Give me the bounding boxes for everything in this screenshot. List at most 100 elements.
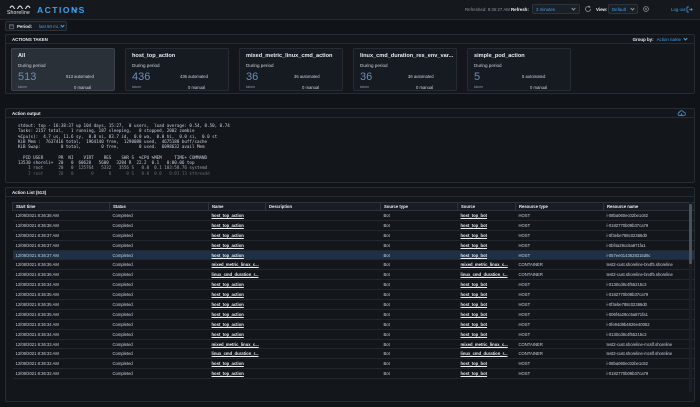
cell-status: Completed xyxy=(109,210,209,221)
cell-source[interactable]: host_top_bot xyxy=(457,230,516,241)
action-card-host-top-action[interactable]: host_top_action During period 436 taken … xyxy=(125,48,229,91)
cell-resource-name: i-0f3ebe788c02368d0 xyxy=(603,230,694,241)
chevron-down-icon[interactable] xyxy=(683,36,688,41)
cell-source-type: Bot xyxy=(380,339,458,350)
cell-name[interactable]: host_top_action xyxy=(208,368,266,380)
cell-name[interactable]: host_top_action xyxy=(208,220,266,231)
cell-name[interactable]: mixed_metric_linux_c... xyxy=(208,259,266,271)
table-row[interactable]: 12/08/2021 8:36:33 AM Completed mixed_metr… xyxy=(12,339,694,350)
cell-source[interactable]: host_top_bot xyxy=(457,299,516,310)
table-row[interactable]: 12/08/2021 8:36:35 AM Completed host_top_a… xyxy=(12,299,694,310)
cell-resource-type: CONTAINER xyxy=(515,269,604,281)
cell-source[interactable]: mixed_metric_linux_c... xyxy=(457,259,516,271)
view-select[interactable]: Default xyxy=(608,4,638,14)
table-row[interactable]: 12/08/2021 8:36:38 AM Completed host_top_a… xyxy=(12,220,694,231)
action-card-all[interactable]: All During period 513 taken 513 automate… xyxy=(11,48,115,91)
cell-source-type: Bot xyxy=(380,309,458,320)
cell-source[interactable]: host_top_bot xyxy=(457,358,516,370)
cell-source[interactable]: host_top_bot xyxy=(457,368,516,380)
action-output-title: Action output xyxy=(12,111,41,116)
actions-taken-panel: ACTIONS TAKEN Group by: Action name All D… xyxy=(5,34,695,94)
table-scrollbar[interactable] xyxy=(689,202,692,392)
app-title[interactable]: ACTIONS xyxy=(37,5,86,15)
card-name: simple_pod_action xyxy=(474,53,525,59)
cell-name[interactable]: mixed_metric_linux_c... xyxy=(208,339,266,350)
cell-resource-type: HOST xyxy=(515,240,604,251)
cell-start-time: 12/08/2021 8:36:37 AM xyxy=(12,230,110,241)
cell-name[interactable]: host_top_action xyxy=(208,240,266,251)
cell-source[interactable]: host_top_bot xyxy=(457,210,516,221)
cell-source[interactable]: linux_cmd_duration_r... xyxy=(457,269,516,281)
table-row[interactable]: 12/08/2021 8:36:33 AM Completed linux_cmd_… xyxy=(12,348,694,360)
column-header-resource-name[interactable]: Resource name xyxy=(603,202,694,211)
action-card-mixed-metric[interactable]: mixed_metric_linux_cmd_action During per… xyxy=(239,48,343,91)
cell-name[interactable]: host_top_action xyxy=(208,210,266,221)
table-row[interactable]: 12/08/2021 8:36:34 AM Completed host_top_a… xyxy=(12,329,694,340)
cell-name[interactable]: host_top_action xyxy=(208,250,266,261)
cell-resource-type: HOST xyxy=(515,230,604,241)
column-header-description[interactable]: Description xyxy=(265,202,381,211)
shoreline-logo[interactable]: Shoreline xyxy=(7,3,33,17)
cell-description xyxy=(265,329,381,340)
cell-source[interactable]: host_top_bot xyxy=(457,220,516,231)
cell-name[interactable]: host_top_action xyxy=(208,309,266,320)
action-card-linux-cmd-duration[interactable]: linux_cmd_duration_res_env_var... During… xyxy=(353,48,457,91)
action-card-simple-pod-action[interactable]: simple_pod_action During period 5 taken … xyxy=(467,48,571,91)
table-row[interactable]: 12/08/2021 8:36:32 AM Completed host_top_a… xyxy=(12,358,694,370)
cell-status: Completed xyxy=(109,230,209,241)
cell-name[interactable]: linux_cmd_duration_r... xyxy=(208,348,266,360)
cell-resource-type: HOST xyxy=(515,329,604,340)
cell-name[interactable]: host_top_action xyxy=(208,279,266,291)
table-row[interactable]: 12/08/2021 8:36:37 AM Completed host_top_a… xyxy=(12,240,694,251)
column-header-resource-type[interactable]: Resource type xyxy=(515,202,604,211)
cell-name[interactable]: host_top_action xyxy=(208,230,266,241)
cell-source[interactable]: host_top_bot xyxy=(457,240,516,251)
refresh-interval-select[interactable]: 3 minutes xyxy=(532,4,580,14)
cell-source[interactable]: host_top_bot xyxy=(457,279,516,291)
table-row[interactable]: 12/08/2021 8:36:37 AM Completed host_top_a… xyxy=(12,230,694,241)
cell-status: Completed xyxy=(109,309,209,320)
cell-source[interactable]: host_top_bot xyxy=(457,319,516,330)
cell-source[interactable]: linux_cmd_duration_r... xyxy=(457,348,516,360)
column-header-start-time[interactable]: Start time xyxy=(12,202,110,211)
refresh-icon[interactable] xyxy=(584,5,592,13)
table-row[interactable]: 12/08/2021 8:36:34 AM Completed host_top_a… xyxy=(12,279,694,291)
cell-source-type: Bot xyxy=(380,269,458,281)
cell-name[interactable]: linux_cmd_duration_r... xyxy=(208,269,266,281)
cell-source[interactable]: host_top_bot xyxy=(457,309,516,320)
table-row[interactable]: 12/08/2021 8:36:36 AM Completed linux_cmd_… xyxy=(12,269,694,281)
cell-status: Completed xyxy=(109,289,209,301)
view-label: View: xyxy=(596,7,608,12)
logout-icon[interactable] xyxy=(686,6,693,13)
table-row[interactable]: 12/08/2021 8:36:34 AM Completed host_top_a… xyxy=(12,319,694,330)
column-header-status[interactable]: Status xyxy=(109,202,209,211)
column-header-name[interactable]: Name xyxy=(208,202,266,211)
period-selector[interactable]: Period: last 60 mi... xyxy=(5,21,67,31)
table-row[interactable]: 12/08/2021 8:36:37 AM Completed host_top_a… xyxy=(12,250,694,261)
refresh-interval-value: 3 minutes xyxy=(536,7,556,12)
cell-source[interactable]: host_top_bot xyxy=(457,329,516,340)
logout-link[interactable]: Log out xyxy=(671,7,686,12)
cell-name[interactable]: host_top_action xyxy=(208,299,266,310)
cell-source[interactable]: mixed_metric_linux_c... xyxy=(457,339,516,350)
table-row[interactable]: 12/08/2021 8:36:35 AM Completed host_top_a… xyxy=(12,309,694,320)
table-row[interactable]: 12/08/2021 8:36:36 AM Completed mixed_metr… xyxy=(12,259,694,271)
column-header-source[interactable]: Source xyxy=(457,202,516,211)
table-row[interactable]: 12/08/2021 8:36:38 AM Completed host_top_a… xyxy=(12,210,694,221)
column-header-source-type[interactable]: Source type xyxy=(380,202,458,211)
cell-source[interactable]: host_top_bot xyxy=(457,250,516,261)
cloud-download-icon[interactable] xyxy=(677,110,686,117)
cell-name[interactable]: host_top_action xyxy=(208,289,266,301)
group-by-value[interactable]: Action name xyxy=(657,37,681,42)
gear-icon[interactable] xyxy=(642,5,650,13)
group-by-control[interactable]: Group by: Action name xyxy=(633,36,688,42)
cell-name[interactable]: host_top_action xyxy=(208,329,266,340)
cell-name[interactable]: host_top_action xyxy=(208,358,266,370)
cell-resource-name: i-0bf4a29cc5a871fa1 xyxy=(603,240,694,251)
scrollbar-thumb[interactable] xyxy=(689,204,692,264)
cell-source[interactable]: host_top_bot xyxy=(457,289,516,301)
cell-name[interactable]: host_top_action xyxy=(208,319,266,330)
table-row[interactable]: 12/08/2021 8:36:32 AM Completed host_top_a… xyxy=(12,368,694,380)
table-row[interactable]: 12/08/2021 8:36:35 AM Completed host_top_a… xyxy=(12,289,694,301)
cell-resource-type: CONTAINER xyxy=(515,348,604,360)
